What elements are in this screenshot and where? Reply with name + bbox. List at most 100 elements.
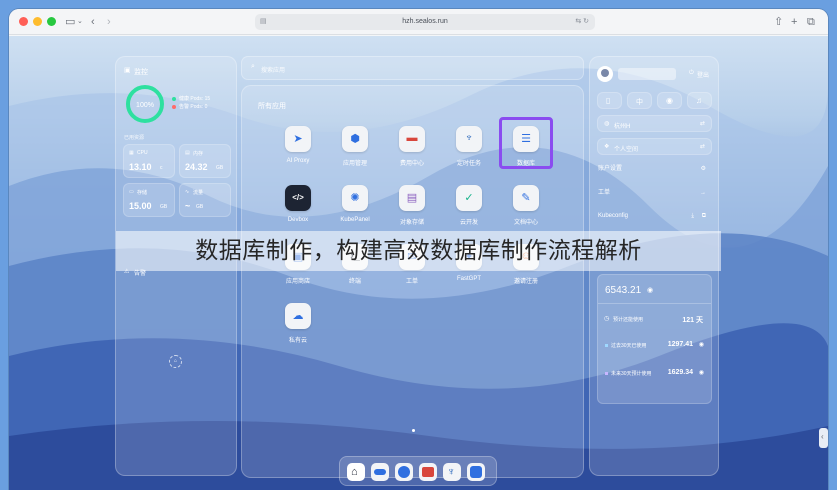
workspace-switch[interactable]: ❖ 个人空间 ⇄ [597,138,712,155]
notification-button[interactable]: ♫ [687,92,712,109]
language-button[interactable]: 中 [627,92,652,109]
app-tile[interactable]: ▬ 费用中心 [388,126,436,167]
workspace-label: 个人空间 [614,147,639,153]
alert-dot [172,105,176,109]
copy-icon[interactable]: ⧉ [702,207,706,225]
monitor-title: 监控 [134,69,148,76]
object-storage-icon: ▤ [399,185,425,211]
app-tile[interactable]: ✎ 文档中心 [502,185,550,226]
dock-home-icon[interactable]: ⌂ [347,463,365,481]
sidebar-toggle-icon[interactable]: ▭ [65,14,75,30]
docs-icon: ✎ [513,185,539,211]
bell-icon: ♫ [696,96,702,105]
app-tile[interactable]: ☁ 私有云 [274,303,322,344]
app-label: KubePanel [340,217,370,223]
past-value: 1297.41 [667,341,693,348]
avatar[interactable] [597,66,613,82]
page-indicator[interactable] [412,429,415,432]
app-tile[interactable]: ➤ AI Proxy [274,126,322,164]
future-value: 1629.34 [667,369,693,376]
days-label: 预计还能使用 [613,317,644,323]
book-icon: ▯ [606,96,611,105]
gauge-value: 100% [136,102,154,109]
past-dot [605,344,608,347]
app-tile[interactable]: ▤ 对象存储 [388,185,436,226]
chevron-down-icon[interactable]: ⌄ [77,14,83,30]
region-label: 杭州H [614,124,631,130]
cpu-label: CPU [137,150,148,156]
monitor-icon: ▣ [124,67,131,74]
pods-gauge: 100% [126,85,164,123]
selected-highlight [499,117,553,169]
app-label: 工单 [405,279,418,285]
app-tile[interactable]: ✓ 云开发 [445,185,493,226]
coin-icon: ◉ [698,370,704,376]
logout-icon[interactable]: ⏻ [689,70,694,77]
cron-icon: ♆ [456,126,482,152]
app-label: AI Proxy [286,158,310,164]
zoom-window-button[interactable] [47,17,56,26]
logout-button[interactable]: 登出 [697,70,709,79]
app-label: 费用中心 [399,161,424,167]
github-button[interactable]: ◉ [657,92,682,109]
search-bar[interactable]: ⌕ 搜索应用 [241,56,584,80]
storage-icon: ▭ [129,189,134,195]
private-cloud-icon: ☁ [285,303,311,329]
switch-icon: ⇄ [699,144,705,150]
storage-card: ▭ 存储 15.00 GB [123,183,175,217]
browser-toolbar: ▭ ⌄ ‹ › ▤ hzh.sealos.run ⇆ ↻ ⇧ + ⧉ [9,9,828,35]
docs-button[interactable]: ▯ [597,92,622,109]
future-label: 未来30天预计使用 [611,371,652,377]
minimize-window-button[interactable] [33,17,42,26]
side-collapse-handle[interactable]: ‹ [819,428,828,448]
traffic-unit: GB [196,204,204,210]
app-tile[interactable]: ⬢ 应用管理 [331,126,379,167]
cpu-icon: ▦ [129,150,134,156]
app-tile[interactable]: ☰ 数据库 [499,117,553,169]
storage-label: 存储 [137,190,148,196]
app-label: 对象存储 [399,220,424,226]
address-bar[interactable]: ▤ hzh.sealos.run ⇆ ↻ [255,14,595,30]
dock-wallet-icon[interactable] [419,463,437,481]
site-settings-icon[interactable]: ▤ [260,14,267,30]
forward-icon[interactable]: › [107,14,111,30]
cpu-unit: c [160,165,163,171]
app-tile[interactable]: </> Devbox [274,185,322,223]
coin-icon: ◉ [698,342,704,348]
dock-database-icon[interactable] [467,463,485,481]
account-settings-row[interactable]: 账户设置 ⚙ [598,160,710,178]
app-tile[interactable]: ♆ 定时任务 [445,126,493,167]
overlay-banner: 数据库制作，构建高效数据库制作流程解析 [116,231,721,271]
app-label: 云开发 [459,220,478,226]
dock-app-manage-icon[interactable] [395,463,413,481]
back-icon[interactable]: ‹ [91,14,95,30]
app-label: 私有云 [288,338,307,344]
app-label: FastGPT [456,276,481,282]
translate-reload-icon[interactable]: ⇆ ↻ [575,14,589,30]
ticket-row[interactable]: 工单 → [598,184,710,202]
apps-panel: 所有应用 ➤ AI Proxy ⬢ 应用管理 ▬ 费用中心 ♆ 定时任务 ☰ 数据库 </> Devb… [241,85,584,478]
app-label: 文档中心 [513,220,538,226]
empty-alerts-icon: ⌂ [169,355,182,368]
arrow-right-icon: → [700,190,706,196]
dock-cron-icon[interactable]: ♆ [443,463,461,481]
dock-ai-proxy-icon[interactable] [371,463,389,481]
globe-icon: ◍ [604,121,610,127]
share-icon[interactable]: ⇧ [774,14,783,30]
close-window-button[interactable] [19,17,28,26]
cloud-dev-icon: ✓ [456,185,482,211]
clock-icon: ◷ [604,316,610,322]
cpu-card: ▦ CPU 13.10 c [123,144,175,178]
past-label: 过去30天已使用 [611,343,647,349]
tab-overview-icon[interactable]: ⧉ [807,14,815,30]
search-input[interactable]: 搜索应用 [261,65,285,74]
memory-icon: ▤ [185,150,190,156]
workspace-icon: ❖ [604,144,610,150]
region-switch[interactable]: ◍ 杭州H ⇄ [597,115,712,132]
new-tab-icon[interactable]: + [791,14,797,30]
kubeconfig-row[interactable]: Kubeconfig ⤓ ⧉ [598,207,710,225]
download-icon[interactable]: ⤓ [691,207,694,225]
app-tile[interactable]: ✺ KubePanel [331,185,379,223]
gear-icon: ⚙ [700,166,706,172]
app-label: 终端 [348,279,361,285]
